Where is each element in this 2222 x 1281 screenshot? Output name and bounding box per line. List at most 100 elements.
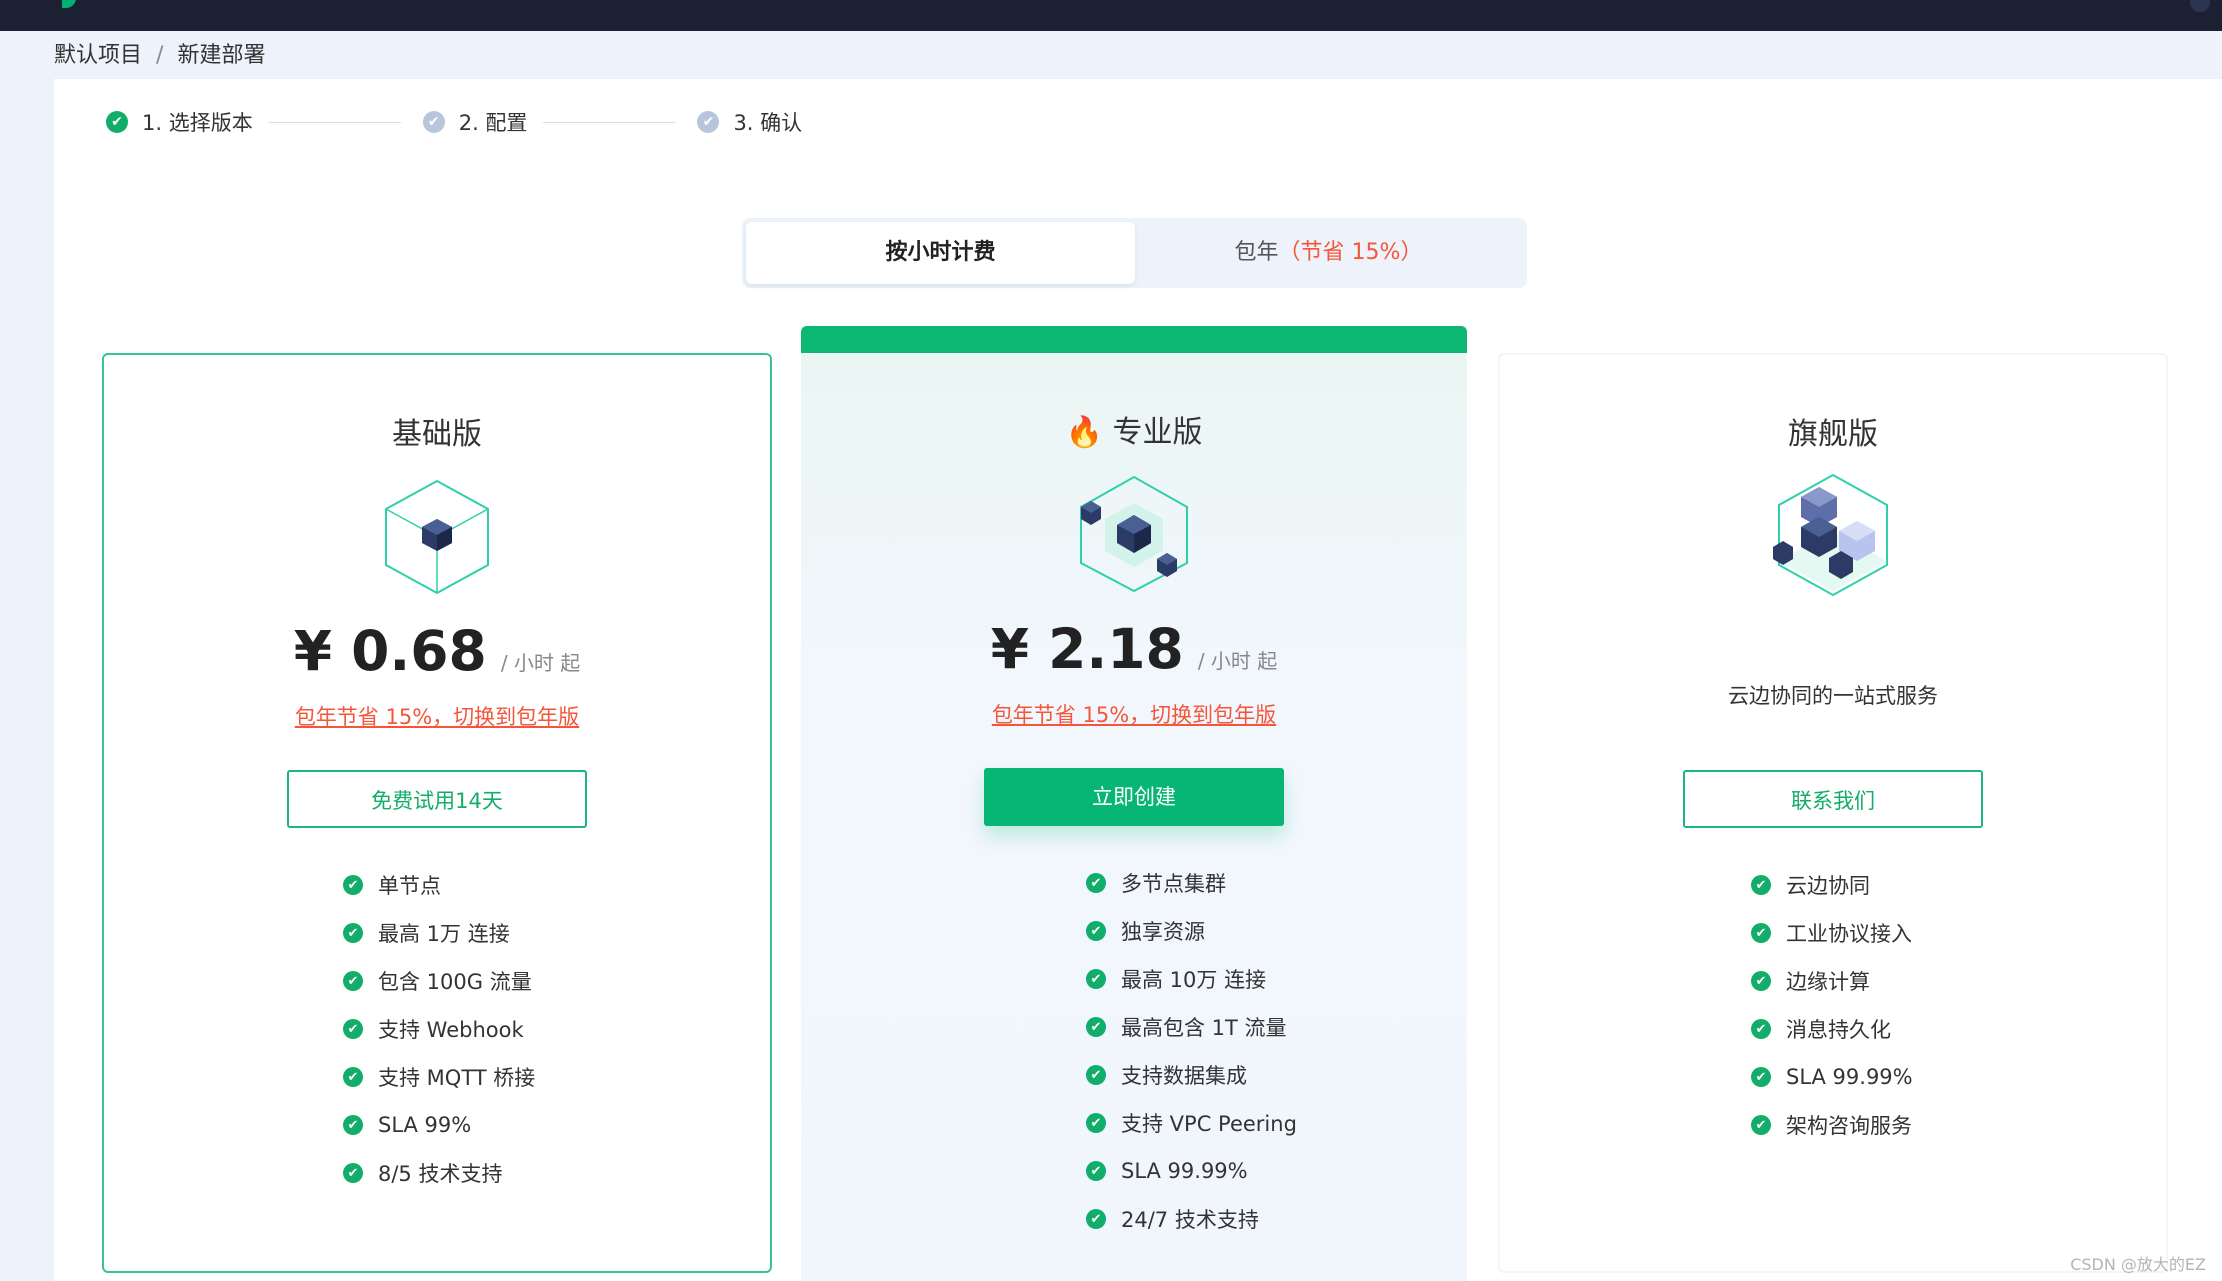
check-icon: ✔ [1751, 875, 1771, 895]
yearly-switch-link[interactable]: 包年节省 15%，切换到包年版 [801, 699, 1467, 729]
breadcrumb-separator: / [156, 43, 164, 68]
feature-label: 支持 Webhook [378, 1018, 524, 1042]
check-icon: ✔ [343, 1019, 363, 1039]
pro-cubes-icon [1080, 475, 1188, 593]
create-now-button[interactable]: 立即创建 [984, 768, 1284, 826]
step-select-version: ✔ 1. 选择版本 [106, 107, 253, 137]
feature-label: 支持 MQTT 桥接 [378, 1066, 536, 1090]
billing-option-yearly-label: 包年 [1234, 240, 1279, 265]
list-item: ✔ 多节点集群 [1086, 859, 1297, 907]
free-trial-button[interactable]: 免费试用14天 [287, 770, 587, 828]
step-label: 2. 配置 [458, 111, 528, 135]
list-item: ✔ 支持数据集成 [1086, 1051, 1297, 1099]
feature-label: SLA 99.99% [1121, 1159, 1248, 1183]
feature-list: ✔ 单节点 ✔ 最高 1万 连接 ✔ 包含 100G 流量 ✔ 支持 Webhook ✔… [343, 861, 535, 1197]
contact-us-button[interactable]: 联系我们 [1683, 770, 1983, 828]
step-pending-check-icon: ✔ [697, 111, 720, 133]
flame-icon: 🔥 [1065, 415, 1103, 450]
step-connector [543, 121, 676, 123]
feature-label: 包含 100G 流量 [378, 970, 532, 994]
billing-option-hourly[interactable]: 按小时计费 [746, 222, 1135, 284]
step-configure: ✔ 2. 配置 [422, 107, 528, 137]
price-unit: / 小时 起 [500, 651, 581, 675]
step-pending-check-icon: ✔ [422, 111, 445, 133]
feature-label: 独享资源 [1121, 920, 1205, 944]
list-item: ✔ SLA 99.99% [1751, 1053, 1913, 1101]
breadcrumb-item-project[interactable]: 默认项目 [54, 43, 142, 68]
plan-price: ¥ 2.18 / 小时 起 [801, 617, 1467, 681]
step-label: 3. 确认 [733, 111, 803, 135]
feature-label: 云边协同 [1786, 874, 1870, 898]
check-icon: ✔ [343, 1115, 363, 1135]
feature-label: 架构咨询服务 [1786, 1114, 1912, 1138]
feature-label: 工业协议接入 [1786, 922, 1912, 946]
feature-label: SLA 99% [378, 1113, 472, 1137]
step-label: 1. 选择版本 [142, 111, 253, 135]
list-item: ✔ 架构咨询服务 [1751, 1101, 1913, 1149]
feature-label: SLA 99.99% [1786, 1065, 1913, 1089]
list-item: ✔ SLA 99% [343, 1101, 535, 1149]
check-icon: ✔ [1751, 971, 1771, 991]
list-item: ✔ 最高包含 1T 流量 [1086, 1003, 1297, 1051]
feature-label: 边缘计算 [1786, 970, 1870, 994]
check-icon: ✔ [343, 923, 363, 943]
plan-title: 专业版 [1112, 415, 1203, 450]
plan-card-pro: 🔥 专业版 ¥ 2.18/ 小时 起 包年节省 15%，切换到包年版 立即创建 … [801, 326, 1467, 1281]
list-item: ✔ SLA 99.99% [1086, 1147, 1297, 1195]
plan-price: ¥ 0.68 / 小时 起 [104, 619, 770, 683]
feature-label: 支持 VPC Peering [1121, 1112, 1297, 1136]
check-icon: ✔ [1086, 1065, 1106, 1085]
list-item: ✔ 边缘计算 [1751, 957, 1913, 1005]
list-item: ✔ 24/7 技术支持 [1086, 1195, 1297, 1243]
feature-list: ✔ 多节点集群 ✔ 独享资源 ✔ 最高 10万 连接 ✔ 最高包含 1T 流量 ✔ 支持数… [1086, 859, 1297, 1243]
check-icon: ✔ [1086, 921, 1106, 941]
check-icon: ✔ [343, 971, 363, 991]
watermark: CSDN @放大的EZ [2070, 1255, 2206, 1274]
basic-cube-icon [385, 479, 489, 595]
step-indicator: ✔ 1. 选择版本 ✔ 2. 配置 ✔ 3. 确认 [106, 105, 802, 139]
main-panel: ✔ 1. 选择版本 ✔ 2. 配置 ✔ 3. 确认 按小时计费 包年（节省 15… [54, 79, 2222, 1281]
feature-label: 最高 10万 连接 [1121, 968, 1267, 992]
breadcrumb: 默认项目 / 新建部署 [54, 31, 265, 79]
plan-card-basic: 基础版 ¥ 0.68 / 小时 起 包年节省 15%，切换到包年版 免费试用14天… [102, 353, 772, 1273]
logo-icon [62, 0, 76, 8]
yearly-switch-link[interactable]: 包年节省 15%，切换到包年版 [104, 701, 770, 731]
billing-savings-note: （节省 15%） [1278, 240, 1423, 265]
user-avatar[interactable] [2190, 0, 2210, 12]
list-item: ✔ 最高 10万 连接 [1086, 955, 1297, 1003]
check-icon: ✔ [1751, 923, 1771, 943]
check-icon: ✔ [1086, 1113, 1106, 1133]
check-icon: ✔ [343, 1067, 363, 1087]
feature-label: 最高 1万 连接 [378, 922, 510, 946]
list-item: ✔ 单节点 [343, 861, 535, 909]
plan-card-flagship: 旗舰版 云边协同的一站式服务 联系我们 ✔ 云边协同 ✔ 工业协议接入 ✔ 边缘计算 … [1498, 353, 2168, 1273]
step-connector [268, 121, 401, 123]
list-item: ✔ 独享资源 [1086, 907, 1297, 955]
step-done-check-icon: ✔ [106, 111, 128, 133]
feature-label: 8/5 技术支持 [378, 1162, 503, 1186]
feature-label: 最高包含 1T 流量 [1121, 1016, 1287, 1040]
list-item: ✔ 云边协同 [1751, 861, 1913, 909]
feature-label: 消息持久化 [1786, 1018, 1891, 1042]
plan-title-row: 🔥 专业版 [801, 407, 1467, 451]
billing-option-yearly[interactable]: 包年（节省 15%） [1134, 222, 1523, 284]
plan-title: 旗舰版 [1788, 417, 1878, 452]
check-icon: ✔ [1086, 969, 1106, 989]
check-icon: ✔ [1086, 1017, 1106, 1037]
check-icon: ✔ [343, 1163, 363, 1183]
feature-list: ✔ 云边协同 ✔ 工业协议接入 ✔ 边缘计算 ✔ 消息持久化 ✔ SLA 99.99% ✔… [1751, 861, 1913, 1149]
recommended-ribbon [801, 326, 1467, 353]
feature-label: 24/7 技术支持 [1121, 1208, 1259, 1232]
list-item: ✔ 支持 MQTT 桥接 [343, 1053, 535, 1101]
check-icon: ✔ [343, 875, 363, 895]
check-icon: ✔ [1751, 1019, 1771, 1039]
check-icon: ✔ [1751, 1067, 1771, 1087]
breadcrumb-item-new-deployment: 新建部署 [177, 43, 266, 68]
feature-label: 多节点集群 [1121, 872, 1226, 896]
step-confirm: ✔ 3. 确认 [697, 107, 802, 137]
price-unit: / 小时 起 [1197, 649, 1278, 673]
feature-label: 单节点 [378, 874, 441, 898]
list-item: ✔ 最高 1万 连接 [343, 909, 535, 957]
check-icon: ✔ [1086, 873, 1106, 893]
list-item: ✔ 支持 VPC Peering [1086, 1099, 1297, 1147]
